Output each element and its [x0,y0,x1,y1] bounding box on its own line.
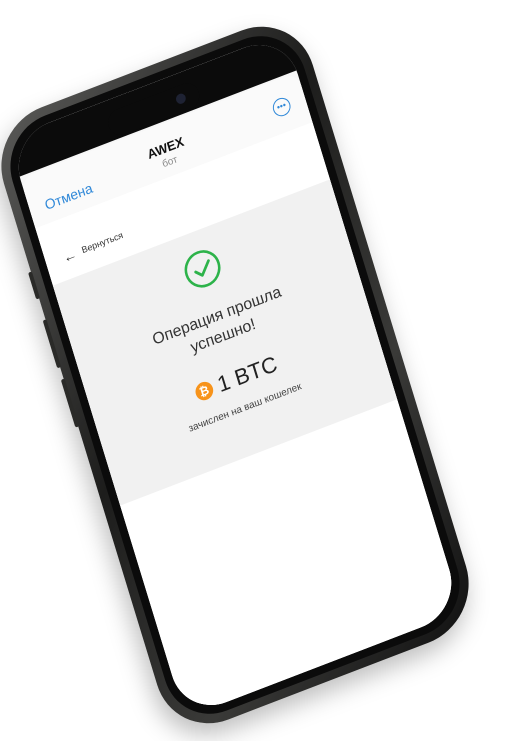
bot-sheet: Отмена AWEX бот ••• ←Вернуться Операция … [20,72,463,718]
back-button[interactable]: ←Вернуться [61,228,125,266]
success-check-icon [184,250,221,288]
phone-screen: Отмена AWEX бот ••• ←Вернуться Операция … [7,32,463,718]
bitcoin-icon: ₿ [193,379,216,403]
phone-bezel: Отмена AWEX бот ••• ←Вернуться Операция … [0,21,472,729]
result-card: Операция прошла успешно! ₿ 1 BTC зачислен… [52,179,398,506]
phone-frame: Отмена AWEX бот ••• ←Вернуться Операция … [0,9,483,741]
device-mockup: Отмена AWEX бот ••• ←Вернуться Операция … [0,0,514,741]
camera-icon [174,92,188,106]
side-button [28,271,41,300]
amount-value: 1 BTC [214,350,281,398]
webapp-content: ←Вернуться Операция прошла успешно! ₿ 1 … [35,121,463,718]
back-label: Вернуться [80,229,125,256]
arrow-left-icon: ← [61,245,79,266]
